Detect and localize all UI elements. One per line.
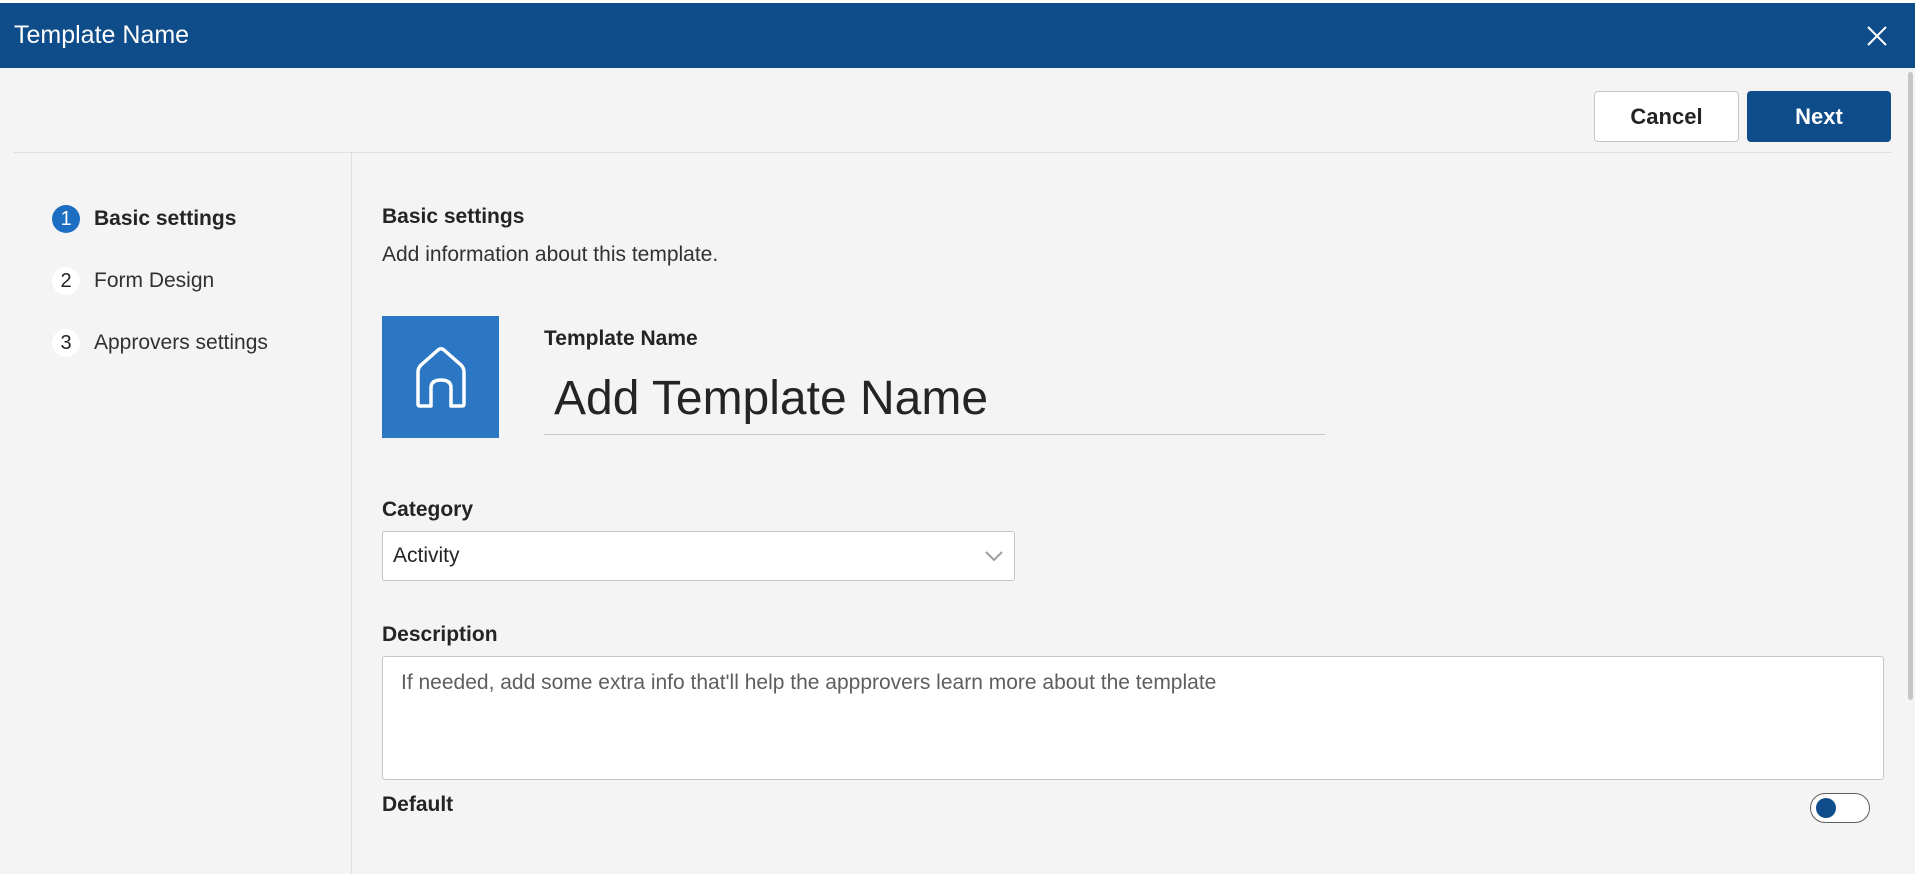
toggle-knob [1816,798,1836,818]
scrollbar[interactable] [1905,68,1915,874]
step-label: Approvers settings [94,331,268,354]
next-button[interactable]: Next [1747,91,1891,142]
template-name-input[interactable] [544,362,1325,435]
description-textarea[interactable] [382,656,1884,780]
step-form-design[interactable]: 2 Form Design [52,266,268,296]
category-dropdown[interactable]: Activity [382,531,1015,581]
step-label: Basic settings [94,207,237,230]
step-number: 1 [52,205,80,233]
section-title: Basic settings [382,205,525,228]
default-toggle[interactable] [1810,793,1870,823]
wizard-steps: 1 Basic settings 2 Form Design 3 Approve… [52,204,268,390]
category-value: Activity [393,544,460,567]
step-label: Form Design [94,269,215,292]
default-label: Default [382,793,454,816]
sidebar-divider [351,152,352,874]
step-number: 2 [52,267,80,295]
close-icon[interactable] [1861,20,1893,52]
header-divider [14,152,1892,153]
step-number: 3 [52,329,80,357]
action-bar: Cancel Next [1594,91,1891,142]
home-icon[interactable] [382,316,499,438]
cancel-button[interactable]: Cancel [1594,91,1739,142]
dialog-title: Template Name [14,21,190,49]
chevron-down-icon [984,544,1004,568]
scrollbar-thumb[interactable] [1908,72,1913,700]
category-label: Category [382,498,474,521]
description-label: Description [382,623,498,646]
step-approvers-settings[interactable]: 3 Approvers settings [52,328,268,358]
section-subtitle: Add information about this template. [382,243,719,266]
step-basic-settings[interactable]: 1 Basic settings [52,204,268,234]
template-name-label: Template Name [544,327,698,350]
dialog-header: Template Name [0,3,1915,68]
